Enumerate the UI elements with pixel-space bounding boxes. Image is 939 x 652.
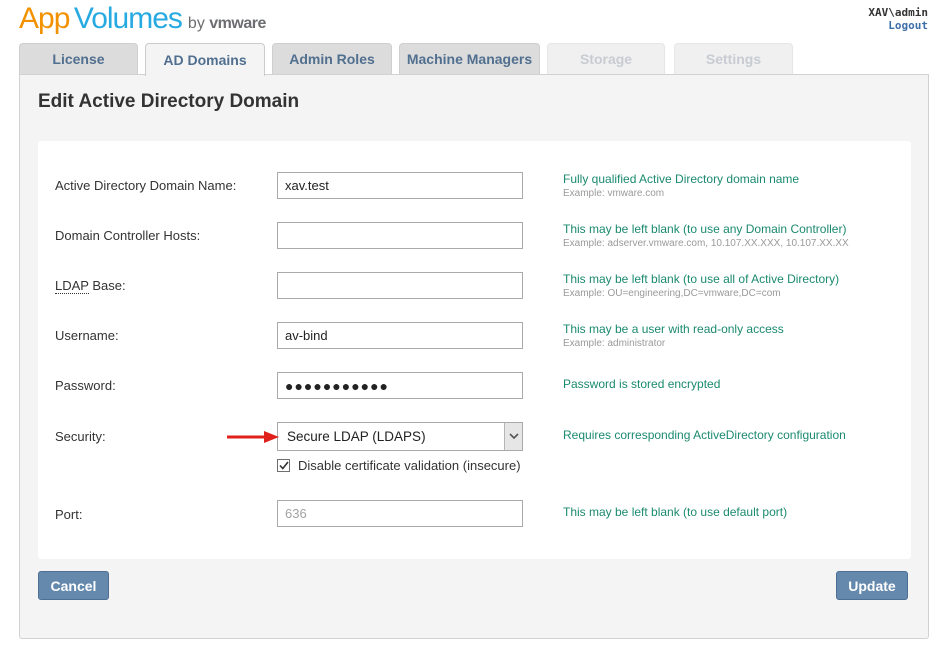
domain-name-label: Active Directory Domain Name: xyxy=(55,178,237,193)
dc-hosts-hint-text: This may be left blank (to use any Domai… xyxy=(563,222,847,236)
username-label: Username: xyxy=(55,328,119,343)
user-box: XAV\admin Logout xyxy=(868,6,928,32)
ldap-base-label: LDAP Base: xyxy=(55,278,126,294)
security-label: Security: xyxy=(55,429,106,444)
checkmark-icon xyxy=(278,461,289,470)
cancel-button[interactable]: Cancel xyxy=(38,571,109,600)
chevron-down-icon[interactable] xyxy=(504,423,522,450)
tab-license[interactable]: License xyxy=(19,43,138,74)
security-hint: Requires corresponding ActiveDirectory c… xyxy=(563,428,846,442)
ldap-base-example: Example: OU=engineering,DC=vmware,DC=com xyxy=(563,288,781,299)
app-volumes-logo: App Volumes by vmware xyxy=(19,2,266,36)
domain-name-hint: Fully qualified Active Directory domain … xyxy=(563,172,799,200)
update-button[interactable]: Update xyxy=(836,571,908,600)
security-selected-value: Secure LDAP (LDAPS) xyxy=(287,429,426,444)
dc-hosts-hint: This may be left blank (to use any Domai… xyxy=(563,222,849,250)
port-label: Port: xyxy=(55,507,83,522)
logout-link[interactable]: Logout xyxy=(868,19,928,32)
tab-storage: Storage xyxy=(547,43,665,74)
password-hint-text: Password is stored encrypted xyxy=(563,377,721,391)
red-arrow-annotation xyxy=(227,431,279,443)
username-example: Example: administrator xyxy=(563,338,666,349)
username-input[interactable]: av-bind xyxy=(277,322,523,349)
tab-machine-managers[interactable]: Machine Managers xyxy=(399,43,540,74)
password-input[interactable]: ●●●●●●●●●●● xyxy=(277,372,523,399)
ldap-base-input[interactable] xyxy=(277,272,523,299)
ldap-base-label-rest: Base: xyxy=(88,278,126,293)
username-hint: This may be a user with read-only access… xyxy=(563,322,784,350)
username-hint-text: This may be a user with read-only access xyxy=(563,322,784,336)
dc-hosts-example: Example: adserver.vmware.com, 10.107.XX.… xyxy=(563,238,849,249)
disable-cert-validation-label: Disable certificate validation (insecure… xyxy=(298,458,521,473)
domain-name-input[interactable]: xav.test xyxy=(277,172,523,199)
security-select[interactable]: Secure LDAP (LDAPS) xyxy=(277,422,523,451)
tab-settings: Settings xyxy=(674,43,793,74)
dc-hosts-input[interactable] xyxy=(277,222,523,249)
security-hint-text: Requires corresponding ActiveDirectory c… xyxy=(563,428,846,442)
ldap-abbr: LDAP xyxy=(55,278,89,294)
logo-by-text: by xyxy=(187,15,205,32)
domain-name-example: Example: vmware.com xyxy=(563,188,665,199)
dc-hosts-label: Domain Controller Hosts: xyxy=(55,228,201,243)
main-panel: Edit Active Directory Domain Active Dire… xyxy=(19,74,929,639)
ldap-base-hint: This may be left blank (to use all of Ac… xyxy=(563,272,839,300)
password-label: Password: xyxy=(55,378,116,393)
disable-cert-validation-checkbox[interactable] xyxy=(277,459,290,472)
logo-app-text: App xyxy=(19,2,70,35)
port-hint-text: This may be left blank (to use default p… xyxy=(563,505,788,519)
port-input[interactable]: 636 xyxy=(277,500,523,527)
edit-domain-form: Active Directory Domain Name: xav.test F… xyxy=(38,141,911,559)
tab-ad-domains[interactable]: AD Domains xyxy=(145,43,265,76)
current-user: XAV\admin xyxy=(868,6,928,19)
logo-vmware-text: vmware xyxy=(209,15,266,32)
page-title: Edit Active Directory Domain xyxy=(38,91,300,112)
port-hint: This may be left blank (to use default p… xyxy=(563,505,787,519)
disable-cert-validation-row: Disable certificate validation (insecure… xyxy=(277,458,521,473)
logo-volumes-text: Volumes xyxy=(73,2,183,35)
ldap-base-hint-text: This may be left blank (to use all of Ac… xyxy=(563,272,840,286)
domain-name-hint-text: Fully qualified Active Directory domain … xyxy=(563,172,800,186)
tab-admin-roles[interactable]: Admin Roles xyxy=(272,43,392,74)
password-hint: Password is stored encrypted xyxy=(563,377,720,391)
